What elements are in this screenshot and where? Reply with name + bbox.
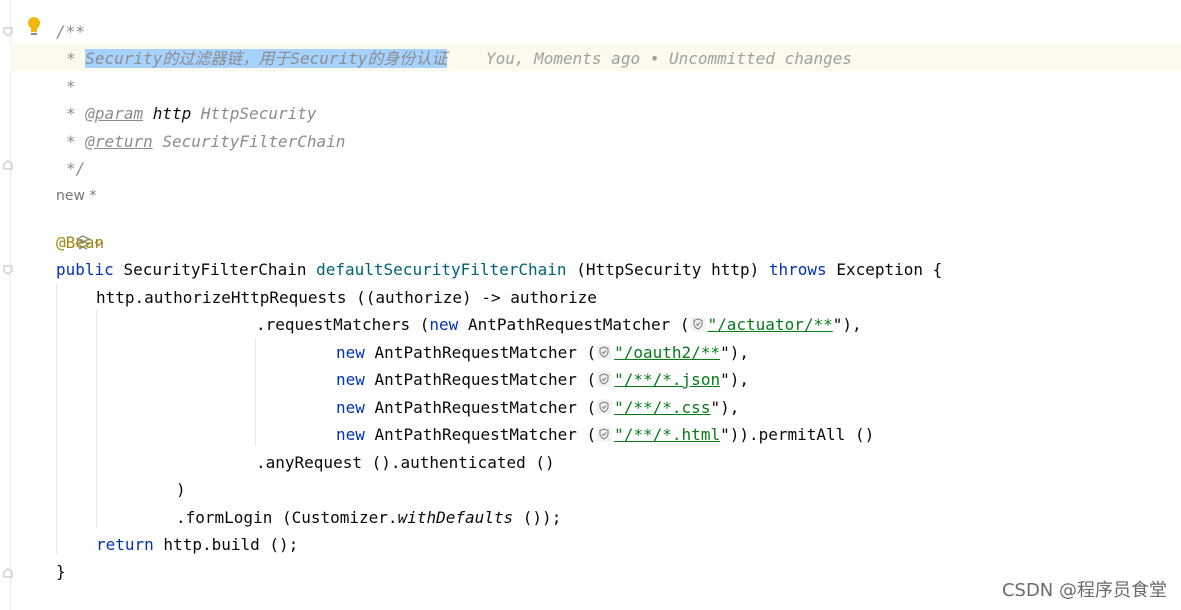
keyword-new: new bbox=[336, 370, 365, 389]
matcher-class: AntPathRequestMatcher ( bbox=[374, 425, 597, 444]
selected-comment-text[interactable]: Security的过滤器链，用于Security的身份认证 bbox=[85, 49, 448, 68]
doc-comment-close: */ bbox=[66, 159, 86, 178]
code-text: ()); bbox=[513, 508, 562, 527]
param-type: HttpSecurity bbox=[200, 104, 317, 123]
editor-gutter[interactable] bbox=[0, 0, 11, 610]
indent-guide bbox=[255, 338, 256, 446]
closing-brace: } bbox=[56, 562, 66, 581]
watermark: CSDN @程序员食堂 bbox=[1001, 580, 1167, 601]
return-tag: @return bbox=[85, 132, 153, 151]
doc-star: * bbox=[66, 49, 76, 68]
doc-return-line: * @return SecurityFilterChain bbox=[66, 128, 345, 155]
keyword-new: new bbox=[336, 425, 365, 444]
return-type: SecurityFilterChain bbox=[162, 132, 346, 151]
matcher-line: new AntPathRequestMatcher ( "/**/*.html")… bbox=[336, 421, 874, 448]
return-line: return http.build (); bbox=[96, 531, 298, 558]
code-text: .requestMatchers ( bbox=[256, 315, 430, 334]
code-text: "), bbox=[832, 315, 862, 334]
shield-icon[interactable] bbox=[596, 341, 612, 360]
shield-icon[interactable] bbox=[596, 423, 612, 442]
shield-icon[interactable] bbox=[596, 396, 612, 415]
bean-annotation: @Bean bbox=[56, 233, 105, 252]
static-method[interactable]: withDefaults bbox=[398, 508, 514, 527]
string-literal: " bbox=[707, 315, 718, 334]
keyword-throws: throws bbox=[768, 260, 827, 279]
matcher-class: AntPathRequestMatcher ( bbox=[374, 343, 597, 362]
matcher-line: new AntPathRequestMatcher ( "/**/*.json")… bbox=[336, 366, 749, 393]
doc-star: * bbox=[66, 132, 76, 151]
doc-star: * bbox=[66, 104, 76, 123]
string-literal: " bbox=[614, 425, 624, 444]
return-type: SecurityFilterChain bbox=[123, 260, 307, 279]
matcher-class: AntPathRequestMatcher ( bbox=[374, 398, 597, 417]
url-pattern[interactable]: /oauth2/** bbox=[624, 343, 720, 362]
indent-guide bbox=[56, 284, 57, 554]
matcher-class: AntPathRequestMatcher ( bbox=[374, 370, 597, 389]
doc-star: * bbox=[66, 77, 76, 96]
fold-end-icon[interactable] bbox=[3, 160, 13, 170]
string-literal: " bbox=[614, 370, 624, 389]
keyword-public: public bbox=[56, 260, 114, 279]
method-signature: public SecurityFilterChain defaultSecuri… bbox=[56, 256, 942, 283]
keyword-return: return bbox=[96, 535, 154, 554]
method-params: (HttpSecurity http) bbox=[576, 260, 760, 279]
url-pattern[interactable]: /**/*.css bbox=[624, 398, 711, 417]
keyword-new: new bbox=[336, 343, 365, 362]
fold-start-icon[interactable] bbox=[3, 27, 13, 37]
code-line: ) bbox=[176, 480, 186, 499]
doc-param-line: * @param http HttpSecurity bbox=[66, 100, 316, 127]
string-literal: " bbox=[614, 398, 624, 417]
keyword-new: new bbox=[429, 315, 459, 334]
string-literal: " bbox=[614, 343, 624, 362]
matcher-class: AntPathRequestMatcher ( bbox=[467, 315, 690, 334]
fold-end-icon[interactable] bbox=[3, 568, 13, 578]
code-text: "), bbox=[720, 370, 749, 389]
shield-icon[interactable] bbox=[690, 313, 706, 332]
param-tag: @param bbox=[85, 104, 144, 123]
request-matchers-line: .requestMatchers (new AntPathRequestMatc… bbox=[256, 311, 862, 338]
keyword-new: new bbox=[336, 398, 365, 417]
ai-generate-icon[interactable] bbox=[55, 204, 106, 250]
url-pattern[interactable]: /actuator/** bbox=[717, 315, 833, 334]
code-text: .formLogin (Customizer. bbox=[176, 508, 398, 527]
doc-comment-open: /** bbox=[56, 22, 85, 41]
param-name: http bbox=[152, 104, 192, 123]
url-pattern[interactable]: /**/*.json bbox=[624, 370, 720, 389]
lightbulb-intention-icon[interactable] bbox=[25, 16, 43, 38]
code-text: "), bbox=[710, 398, 740, 417]
shield-icon[interactable] bbox=[596, 368, 612, 387]
exception-type: Exception { bbox=[836, 260, 943, 279]
fold-start-icon[interactable] bbox=[3, 265, 13, 275]
code-line: .anyRequest ().authenticated () bbox=[256, 453, 555, 472]
code-text: http.build (); bbox=[153, 535, 299, 554]
doc-comment-line[interactable]: * Security的过滤器链，用于Security的身份认证 You, Mom… bbox=[66, 45, 852, 72]
git-blame-annotation[interactable]: You, Moments ago • Uncommitted changes bbox=[486, 49, 852, 68]
matcher-line: new AntPathRequestMatcher ( "/**/*.css"), bbox=[336, 394, 739, 421]
matcher-line: new AntPathRequestMatcher ( "/oauth2/**")… bbox=[336, 339, 749, 366]
indent-guide bbox=[96, 310, 97, 528]
method-name[interactable]: defaultSecurityFilterChain bbox=[316, 260, 566, 279]
code-text: ")).permitAll () bbox=[720, 425, 875, 444]
code-text: "), bbox=[720, 343, 749, 362]
code-line: http.authorizeHttpRequests ((authorize) … bbox=[96, 288, 597, 307]
url-pattern[interactable]: /**/*.html bbox=[624, 425, 720, 444]
form-login-line: .formLogin (Customizer.withDefaults ()); bbox=[176, 504, 561, 531]
